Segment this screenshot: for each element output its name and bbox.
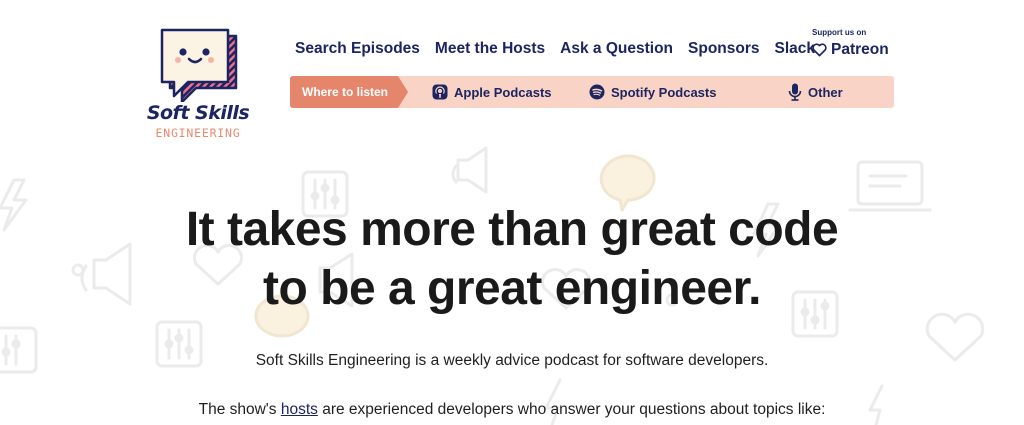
hosts-prefix: The show's [198, 401, 281, 418]
support-label: Support us on [812, 28, 867, 37]
where-to-listen-bar: Where to listen Apple Podcasts Spotify P… [290, 76, 894, 108]
other-label: Other [808, 84, 843, 100]
heart-icon [812, 43, 827, 57]
nav-sponsors[interactable]: Sponsors [688, 40, 759, 58]
main-nav: Search Episodes Meet the Hosts Ask a Que… [295, 40, 830, 58]
headline-line-1: It takes more than great code [185, 203, 839, 256]
nav-search-episodes[interactable]: Search Episodes [295, 40, 420, 58]
apple-podcasts-icon [432, 84, 448, 100]
apple-podcasts-label: Apple Podcasts [454, 84, 552, 100]
where-to-listen-label: Where to listen [290, 76, 408, 108]
listen-other[interactable]: Other [788, 76, 843, 108]
hosts-suffix: are experienced developers who answer yo… [317, 401, 826, 418]
headline-line-2: to be a great engineer. [263, 262, 761, 315]
nav-meet-the-hosts[interactable]: Meet the Hosts [435, 40, 545, 58]
listen-apple-podcasts[interactable]: Apple Podcasts [432, 76, 552, 108]
logo-title: Soft Skills [146, 102, 250, 124]
hosts-description: The show's hosts are experienced develop… [0, 401, 1024, 419]
patreon-label: Patreon [831, 41, 889, 58]
patreon-link[interactable]: Patreon [812, 41, 892, 59]
hero-section: It takes more than great code to be a gr… [0, 200, 1024, 318]
hosts-link[interactable]: hosts [281, 401, 318, 418]
nav-slack[interactable]: Slack [775, 40, 816, 58]
microphone-icon [788, 83, 802, 101]
speaker-icon [451, 146, 488, 194]
patreon-support: Support us on Patreon [812, 28, 892, 59]
spotify-icon [589, 84, 605, 100]
listen-spotify-podcasts[interactable]: Spotify Podcasts [589, 76, 716, 108]
nav-ask-a-question[interactable]: Ask a Question [560, 40, 673, 58]
spotify-podcasts-label: Spotify Podcasts [611, 84, 717, 100]
speech-bubble-face-icon [160, 28, 238, 102]
podcast-tagline: Soft Skills Engineering is a weekly advi… [255, 352, 769, 369]
logo-subtitle: ENGINEERING [155, 126, 241, 140]
